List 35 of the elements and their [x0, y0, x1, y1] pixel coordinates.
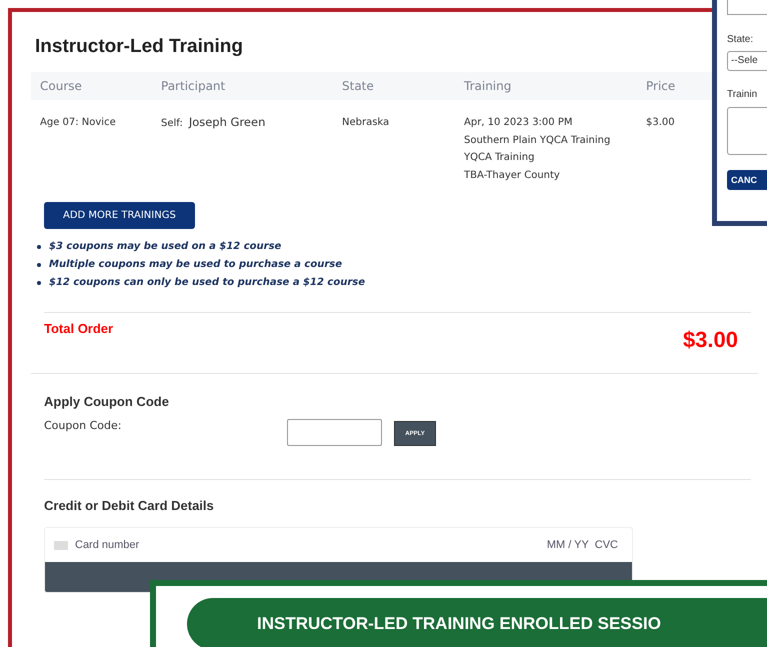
total-amount: $3.00	[682, 327, 738, 353]
training-detail: YQCA Training	[464, 151, 536, 165]
training-detail: Apr, 10 2023 3:00 PM	[464, 116, 574, 130]
training-detail: TBA-Thayer County	[464, 168, 561, 182]
table-cell-text: Age 07: Novice	[39, 116, 117, 130]
table-cell-text: Nebraska	[341, 116, 390, 130]
column-header: State	[333, 72, 455, 100]
table-cell-text: $3.00	[645, 116, 676, 130]
bullet-icon	[37, 244, 41, 248]
coupon-code-field[interactable]	[287, 419, 382, 446]
coupon-note: $12 coupons can only be used to purchase a $12 course	[49, 277, 365, 288]
coupon-note: Multiple coupons may be used to purchase a course	[49, 259, 342, 270]
add-more-trainings-button[interactable]: ADD MORE TRAININGS	[44, 202, 195, 229]
coupon-heading: Apply Coupon Code	[44, 394, 170, 409]
input-field[interactable]	[727, 0, 767, 15]
total-order-label: Total Order	[44, 321, 114, 338]
card-input-field[interactable]: Card number MM / YY CVC	[45, 528, 632, 562]
participant-label: Self:	[161, 118, 183, 129]
state-label: State:	[727, 34, 754, 45]
cancel-button[interactable]: CANC	[727, 170, 767, 190]
column-header: Training	[455, 72, 637, 100]
column-header: Course	[31, 72, 152, 100]
banner-title: INSTRUCTOR-LED TRAINING ENROLLED SESSIO	[187, 598, 767, 647]
page-title: Instructor-Led Training	[35, 36, 243, 58]
training-detail: Southern Plain YQCA Training	[464, 134, 612, 148]
coupon-code-label: Coupon Code:	[44, 419, 122, 432]
card-details-heading: Credit or Debit Card Details	[44, 498, 215, 513]
bullet-icon	[37, 262, 41, 266]
column-header: Participant	[152, 72, 333, 100]
coupon-note: $3 coupons may be used on a $12 course	[49, 241, 282, 252]
state-select[interactable]: --Sele	[727, 51, 767, 71]
participant-name: Joseph Green	[188, 115, 266, 129]
training-field[interactable]	[727, 107, 767, 155]
bullet-icon	[37, 280, 41, 284]
card-icon	[54, 540, 68, 550]
